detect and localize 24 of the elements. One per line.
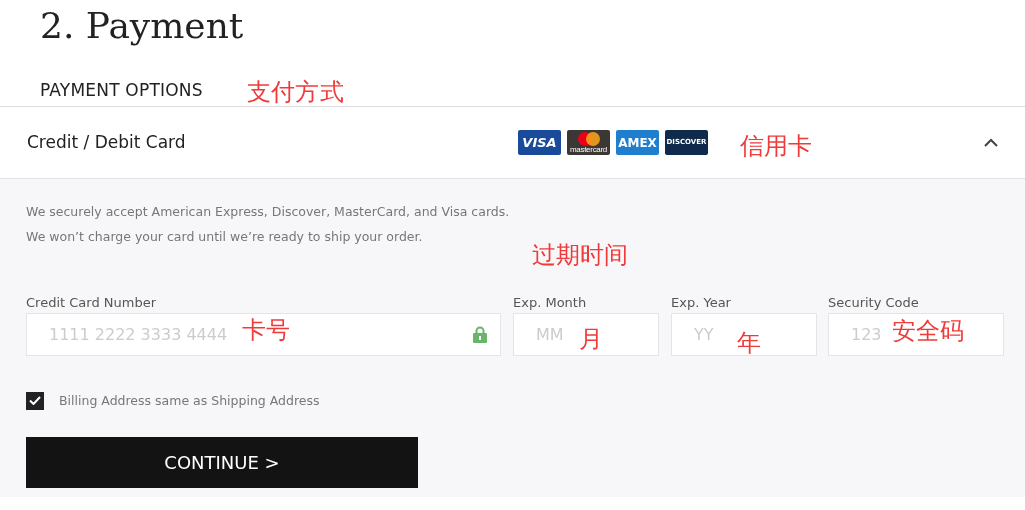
annotation-text: 年 — [737, 331, 761, 355]
chevron-up-icon[interactable] — [984, 138, 998, 147]
annotation-text: 信用卡 — [740, 134, 812, 158]
field-label: Credit Card Number — [26, 294, 157, 312]
continue-button[interactable]: CONTINUE > — [26, 437, 418, 488]
annotation-text: 过期时间 — [532, 243, 628, 267]
annotation-text: 月 — [579, 327, 603, 351]
info-text: We won’t charge your card until we’re ready to ship your order. — [26, 228, 424, 246]
annotation-text: 支付方式 — [247, 80, 344, 104]
card-logo: VISA — [518, 130, 561, 155]
annotation-text: 安全码 — [892, 319, 964, 343]
payment-method-title: Credit / Debit Card — [27, 130, 186, 154]
field-label: Exp. Month — [513, 294, 588, 312]
card-logo: AMEX — [616, 130, 659, 155]
annotation-text: 卡号 — [242, 318, 290, 342]
section-label: PAYMENT OPTIONS — [40, 80, 203, 100]
field-label: Security Code — [828, 294, 920, 312]
page-heading: 2. Payment — [40, 4, 245, 48]
card-logo: mastercard — [567, 130, 610, 155]
checkmark-icon — [29, 396, 41, 405]
checkbox[interactable] — [26, 391, 44, 410]
checkbox-label: Billing Address same as Shipping Address — [59, 392, 320, 410]
field-label: Exp. Year — [671, 294, 732, 312]
info-text: We securely accept American Express, Discover, MasterCard, and Visa cards. — [26, 203, 511, 221]
